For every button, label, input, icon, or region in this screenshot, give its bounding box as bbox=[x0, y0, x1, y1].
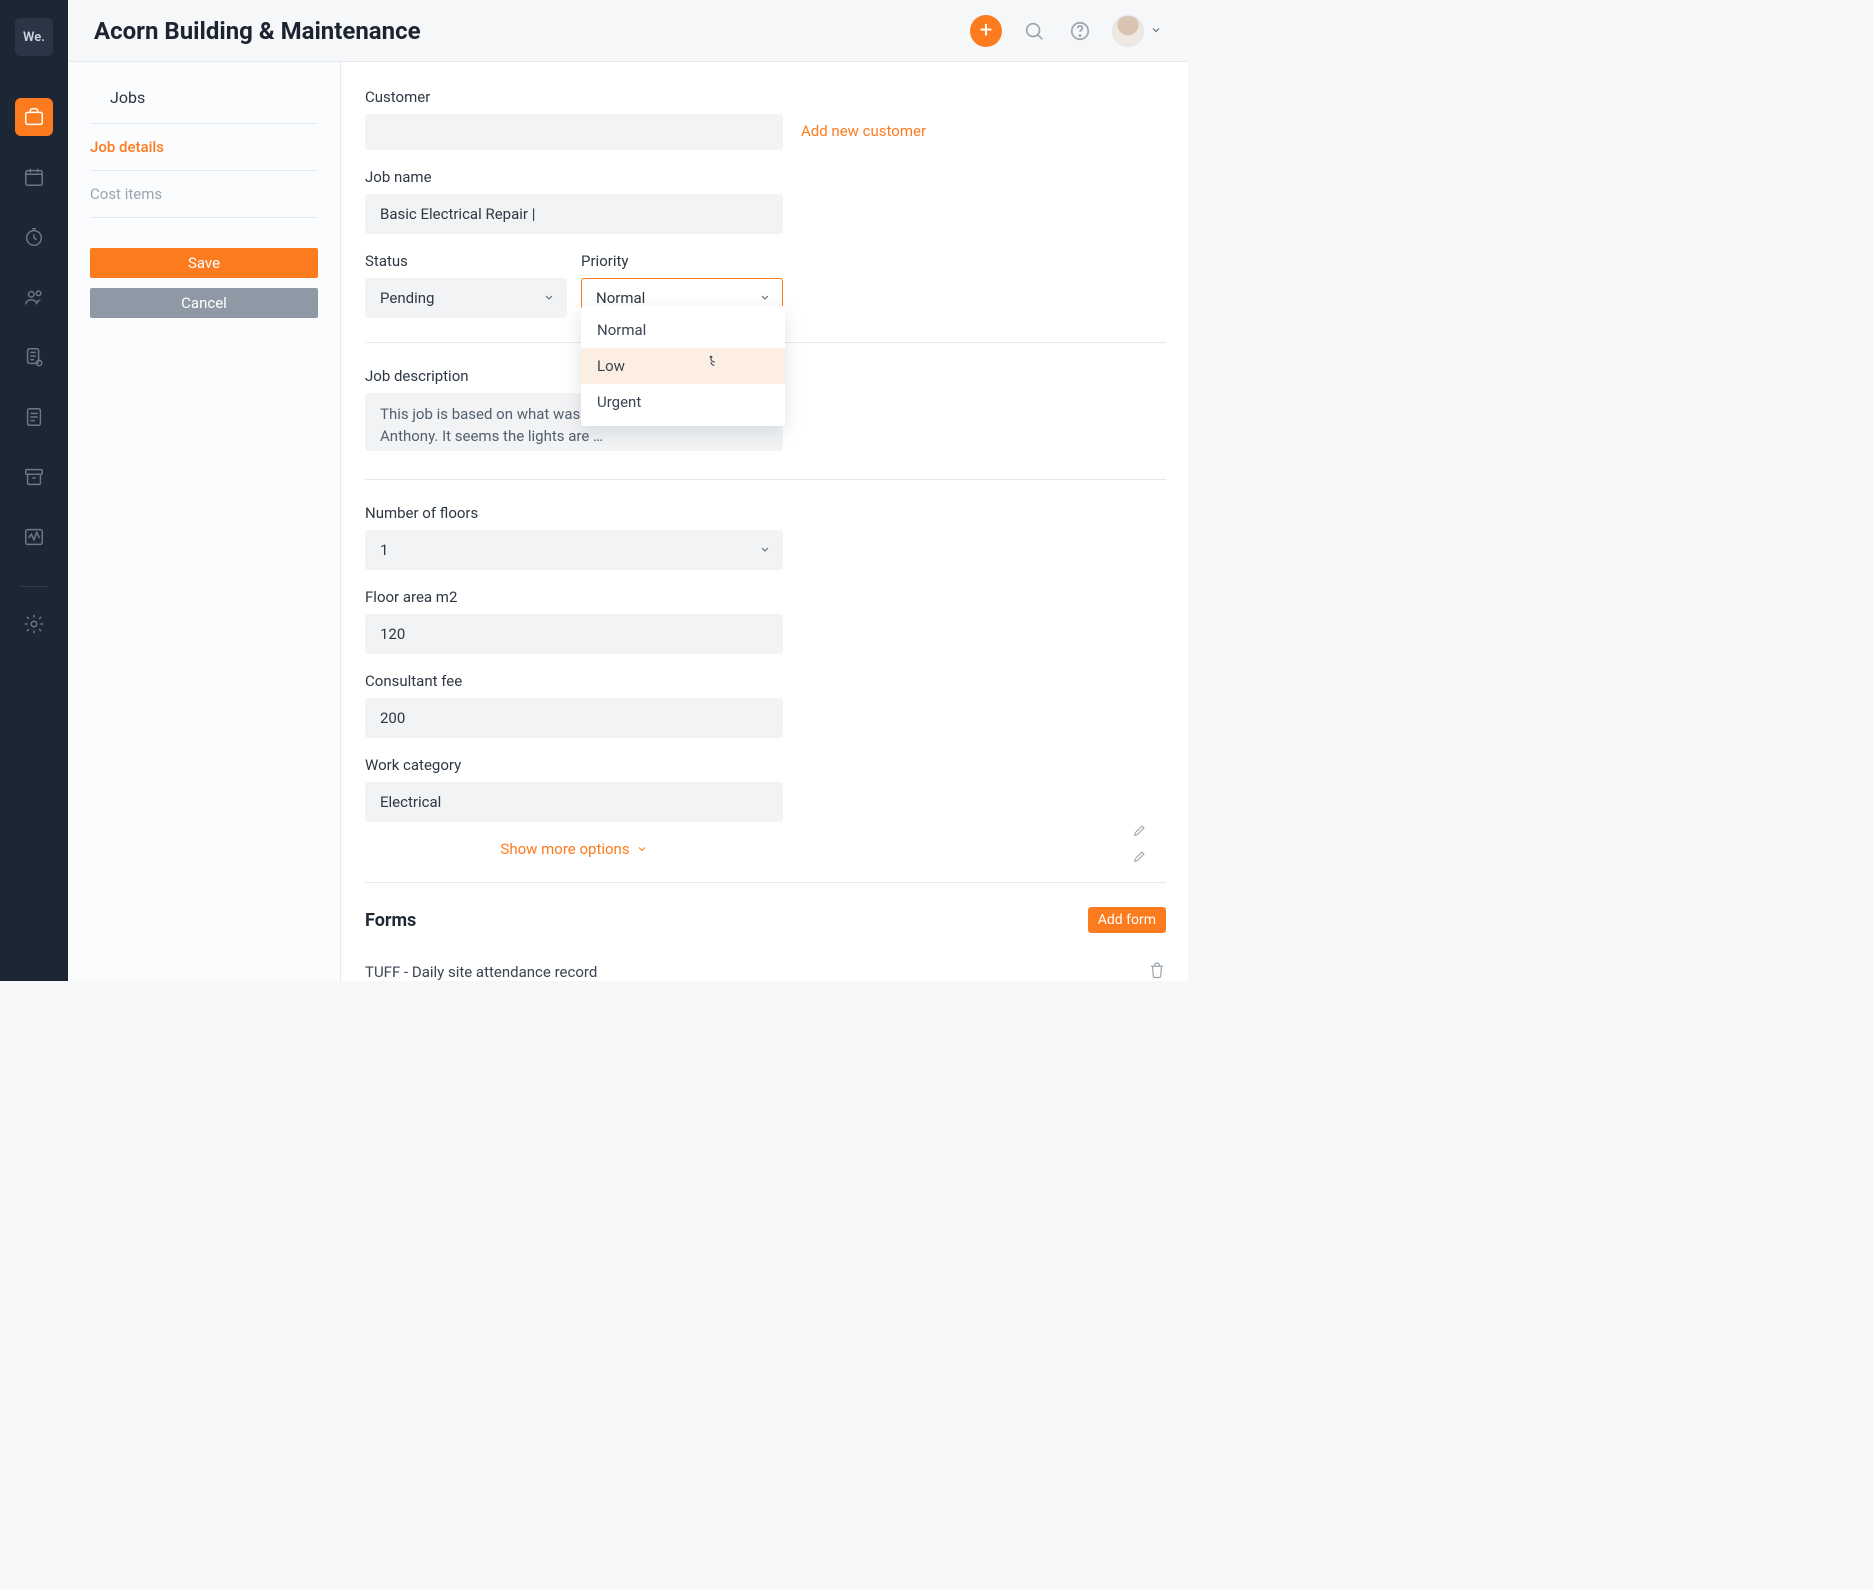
rail-clock-icon[interactable] bbox=[15, 218, 53, 256]
section-divider bbox=[365, 882, 1166, 883]
help-button[interactable] bbox=[1066, 17, 1094, 45]
save-button[interactable]: Save bbox=[90, 248, 318, 278]
priority-dropdown: Normal Low Urgent bbox=[581, 306, 785, 426]
customer-field: Customer Add new customer bbox=[365, 88, 1166, 150]
edit-icons bbox=[1132, 822, 1148, 868]
forms-heading: Forms bbox=[365, 910, 416, 931]
work-category-field: Work category bbox=[365, 756, 1166, 822]
job-name-input[interactable] bbox=[365, 194, 783, 234]
num-floors-select[interactable]: 1 bbox=[365, 530, 783, 570]
consultant-fee-field: Consultant fee bbox=[365, 672, 1166, 738]
plus-icon: + bbox=[980, 18, 992, 43]
customer-input[interactable] bbox=[365, 114, 783, 150]
rail-activity-icon[interactable] bbox=[15, 518, 53, 556]
cursor-icon bbox=[705, 354, 721, 374]
add-form-button[interactable]: Add form bbox=[1088, 907, 1166, 933]
priority-label: Priority bbox=[581, 252, 783, 270]
status-label: Status bbox=[365, 252, 567, 270]
cancel-button[interactable]: Cancel bbox=[90, 288, 318, 318]
floor-area-field: Floor area m2 bbox=[365, 588, 1166, 654]
num-floors-field: Number of floors 1 bbox=[365, 504, 1166, 570]
priority-option-urgent[interactable]: Urgent bbox=[581, 384, 785, 420]
priority-option-low[interactable]: Low bbox=[581, 348, 785, 384]
chevron-down-icon bbox=[636, 843, 648, 855]
rail-calendar-icon[interactable] bbox=[15, 158, 53, 196]
side-panel: Jobs Job details Cost items Save Cancel bbox=[68, 62, 341, 981]
app-logo-text: We. bbox=[23, 30, 45, 45]
tab-job-details[interactable]: Job details bbox=[90, 124, 318, 171]
forms-header: Forms Add form bbox=[365, 907, 1166, 933]
tab-cost-items[interactable]: Cost items bbox=[90, 171, 318, 218]
rail-divider bbox=[20, 586, 48, 587]
show-more-options[interactable]: Show more options bbox=[365, 840, 783, 858]
rail-jobs-icon[interactable] bbox=[15, 98, 53, 136]
add-button[interactable]: + bbox=[970, 15, 1002, 47]
consultant-fee-label: Consultant fee bbox=[365, 672, 1166, 690]
pencil-icon[interactable] bbox=[1132, 822, 1148, 842]
page-title: Acorn Building & Maintenance bbox=[94, 17, 421, 45]
trash-icon bbox=[1148, 961, 1166, 979]
form-row-label: TUFF - Daily site attendance record bbox=[365, 963, 597, 981]
top-header: Acorn Building & Maintenance + bbox=[68, 0, 1188, 62]
rail-settings-icon[interactable] bbox=[15, 605, 53, 643]
job-name-label: Job name bbox=[365, 168, 1166, 186]
status-select[interactable]: Pending bbox=[365, 278, 567, 318]
floor-area-label: Floor area m2 bbox=[365, 588, 1166, 606]
status-value: Pending bbox=[365, 278, 567, 318]
consultant-fee-input[interactable] bbox=[365, 698, 783, 738]
add-customer-link[interactable]: Add new customer bbox=[801, 114, 926, 140]
help-icon bbox=[1069, 20, 1091, 42]
chevron-down-icon bbox=[1150, 21, 1162, 40]
floor-area-input[interactable] bbox=[365, 614, 783, 654]
search-button[interactable] bbox=[1020, 17, 1048, 45]
rail-people-icon[interactable] bbox=[15, 278, 53, 316]
work-category-input[interactable] bbox=[365, 782, 783, 822]
customer-label: Customer bbox=[365, 88, 1166, 106]
form-row: TUFF - Daily site attendance record bbox=[365, 949, 1166, 981]
priority-option-normal[interactable]: Normal bbox=[581, 312, 785, 348]
rail-invoice-icon[interactable] bbox=[15, 338, 53, 376]
side-heading: Jobs bbox=[90, 80, 318, 124]
work-category-label: Work category bbox=[365, 756, 1166, 774]
num-floors-value: 1 bbox=[365, 530, 783, 570]
rail-archive-icon[interactable] bbox=[15, 458, 53, 496]
job-name-field: Job name bbox=[365, 168, 1166, 234]
nav-rail: We. bbox=[0, 0, 68, 981]
show-more-label: Show more options bbox=[500, 840, 629, 858]
delete-form-button[interactable] bbox=[1148, 961, 1166, 981]
section-divider bbox=[365, 479, 1166, 480]
num-floors-label: Number of floors bbox=[365, 504, 1166, 522]
rail-doc-icon[interactable] bbox=[15, 398, 53, 436]
user-menu[interactable] bbox=[1112, 15, 1162, 47]
search-icon bbox=[1023, 20, 1045, 42]
avatar bbox=[1112, 15, 1144, 47]
priority-option-low-label: Low bbox=[597, 357, 625, 375]
main-content: Customer Add new customer Job name Statu… bbox=[341, 62, 1188, 981]
pencil-icon[interactable] bbox=[1132, 848, 1148, 868]
app-logo: We. bbox=[15, 18, 53, 56]
